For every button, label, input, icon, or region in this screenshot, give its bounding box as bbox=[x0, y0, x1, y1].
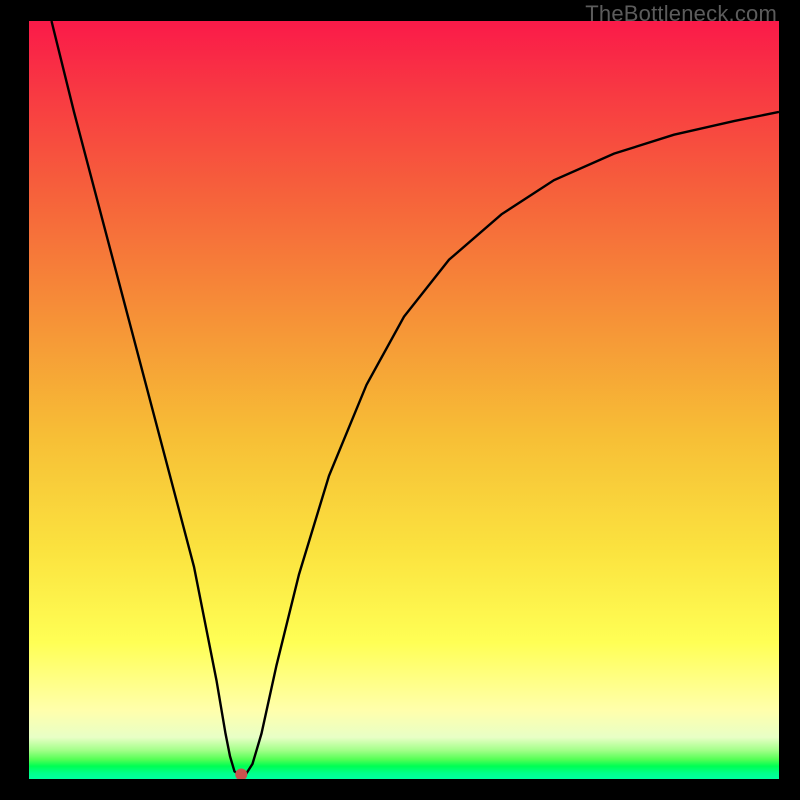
chart-svg bbox=[29, 21, 779, 779]
bottleneck-curve bbox=[52, 21, 780, 774]
watermark-text: TheBottleneck.com bbox=[585, 1, 777, 27]
chart-background: TheBottleneck.com bbox=[0, 0, 800, 800]
min-point-marker bbox=[235, 768, 247, 779]
plot-area bbox=[29, 21, 779, 779]
